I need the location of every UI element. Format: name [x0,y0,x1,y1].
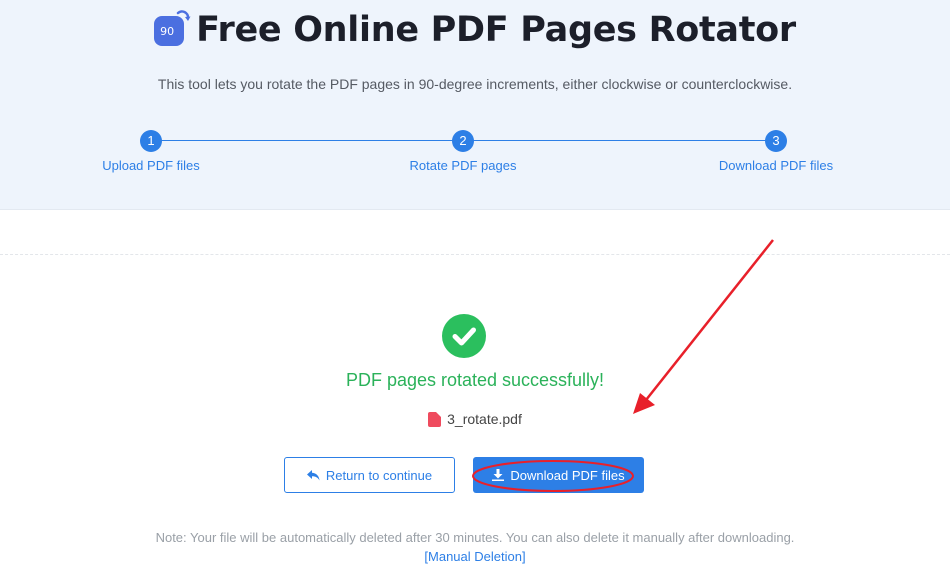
download-button[interactable]: Download PDF files [473,457,644,493]
logo-text: 90 [160,25,175,38]
success-message: PDF pages rotated successfully! [345,370,605,390]
return-button-label: Return to continue [325,467,433,483]
title-row: 90 Free Online PDF Pages Rotator [0,10,950,50]
step-1-label: Upload PDF files [102,158,200,173]
rotate-arrow-icon [176,10,191,21]
reply-arrow-icon [306,469,320,481]
step-3-label: Download PDF files [718,158,834,173]
step-1-badge: 1 [140,130,162,152]
section-divider [0,254,950,255]
step-3-badge: 3 [765,130,787,152]
result-file: 3_rotate.pdf [0,411,950,427]
step-2-label: Rotate PDF pages [409,158,517,173]
check-circle-icon [442,314,486,358]
page-title: Free Online PDF Pages Rotator [196,10,796,50]
pdf-file-icon [428,411,442,427]
deletion-note: Note: Your file will be automatically de… [155,530,795,545]
file-name: 3_rotate.pdf [447,411,522,427]
step-2-badge: 2 [452,130,474,152]
manual-deletion-link[interactable]: [Manual Deletion] [424,549,525,564]
download-icon [492,469,505,481]
hero-banner: 90 Free Online PDF Pages Rotator This to… [0,0,950,210]
manual-deletion: [Manual Deletion] [0,549,950,564]
download-button-label: Download PDF files [510,467,625,483]
page-subtitle: This tool lets you rotate the PDF pages … [157,76,793,92]
return-button[interactable]: Return to continue [284,457,455,493]
rotate-90-icon: 90 [154,10,191,46]
